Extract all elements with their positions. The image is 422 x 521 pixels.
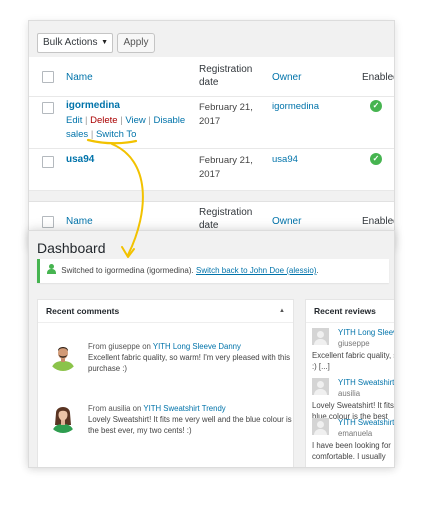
avatar [48, 403, 78, 433]
column-header-owner[interactable]: Owner [272, 71, 301, 84]
row-checkbox[interactable] [42, 102, 54, 114]
switch-notice: Switched to igormedina (igormedina). Swi… [37, 259, 389, 283]
switch-to-link[interactable]: Switch To [96, 129, 136, 140]
comment-author: giuseppe [108, 342, 141, 351]
view-link[interactable]: View [125, 115, 145, 126]
table-header-row: Name Registration date Owner Enabled [29, 57, 394, 97]
column-header-registration-date: Registration date [199, 64, 253, 88]
row-checkbox[interactable] [42, 156, 54, 168]
owner-link[interactable]: usa94 [272, 154, 298, 165]
avatar [312, 328, 329, 345]
recent-comments-title: Recent comments [46, 306, 120, 316]
collapse-toggle-icon[interactable]: ▲ [279, 300, 285, 323]
bulk-actions-select[interactable]: Bulk Actions ▼ [37, 33, 113, 53]
select-caret-icon: ▼ [101, 39, 108, 46]
column-footer-registration-date: Registration date [199, 207, 253, 231]
select-all-checkbox[interactable] [42, 71, 54, 83]
recent-comments-header: Recent comments ▲ [38, 300, 293, 323]
review-text: I have been looking for comfortable. I u… [312, 441, 391, 461]
review-product-link[interactable]: YITH Sweatshirt [338, 418, 394, 427]
recent-reviews-header: Recent reviews [306, 300, 394, 323]
notice-text: Switched to igormedina (igormedina). [61, 266, 194, 275]
enabled-check-icon: ✓ [370, 100, 382, 112]
review-user: emanuela [338, 429, 373, 438]
comment-meta: From ausilia on YITH Sweatshirt Trendy [88, 404, 226, 413]
avatar [312, 418, 329, 435]
recent-reviews-widget: Recent reviews YITH Long Sleeve giuseppe… [305, 299, 395, 467]
table-row: igormedina Edit | Delete | View | Disabl… [29, 97, 394, 149]
registration-date: February 21, 2017 [199, 102, 253, 127]
column-footer-owner[interactable]: Owner [272, 215, 301, 228]
comment-item: From ausilia on YITH Sweatshirt Trendy L… [38, 400, 293, 450]
page-title: Dashboard [37, 240, 106, 256]
bulk-actions-value: Bulk Actions [43, 37, 98, 48]
comment-text: Lovely Sweatshirt! It fits me very well … [88, 415, 292, 435]
review-text: Excellent fabric quality, so :) [...] [312, 351, 395, 371]
edit-link[interactable]: Edit [66, 115, 82, 126]
review-user: giuseppe [338, 339, 370, 348]
row-actions: Edit | Delete | View | Disable sales | S… [66, 115, 186, 140]
comment-product-link[interactable]: YITH Sweatshirt Trendy [143, 404, 225, 413]
recent-comments-widget: Recent comments ▲ From giuseppe on YITH … [37, 299, 294, 467]
comment-product-link[interactable]: YITH Long Sleeve Danny [153, 342, 241, 351]
dashboard-panel: Dashboard Switched to igormedina (igorme… [28, 230, 395, 468]
review-user: ausilia [338, 389, 361, 398]
comment-meta: From giuseppe on YITH Long Sleeve Danny [88, 342, 241, 351]
enabled-check-icon: ✓ [370, 153, 382, 165]
users-list-panel: Bulk Actions ▼ Apply Name Registration d… [28, 20, 395, 248]
column-footer-enabled: Enabled [362, 216, 394, 227]
owner-link[interactable]: igormedina [272, 101, 319, 112]
delete-link[interactable]: Delete [90, 115, 117, 126]
avatar [312, 378, 329, 395]
avatar [48, 341, 78, 371]
recent-reviews-title: Recent reviews [314, 306, 376, 316]
comment-text: Excellent fabric quality, so warm! I'm v… [88, 353, 290, 373]
user-name-link[interactable]: usa94 [66, 154, 94, 165]
comment-item: From giuseppe on YITH Long Sleeve Danny … [38, 338, 293, 388]
user-name-link[interactable]: igormedina [66, 100, 120, 111]
comment-author: ausilia [108, 404, 131, 413]
column-header-name[interactable]: Name [66, 71, 93, 84]
apply-button[interactable]: Apply [117, 33, 155, 53]
user-icon [47, 264, 56, 274]
review-product-link[interactable]: YITH Long Sleeve [338, 328, 394, 337]
column-footer-name[interactable]: Name [66, 215, 93, 228]
switch-back-link[interactable]: Switch back to John Doe (alessio) [196, 266, 317, 275]
registration-date: February 21, 2017 [199, 155, 253, 180]
select-all-checkbox-footer[interactable] [42, 216, 54, 228]
review-product-link[interactable]: YITH Sweatshirt [338, 378, 394, 387]
column-header-enabled: Enabled [362, 72, 394, 83]
table-row: usa94 February 21, 2017 usa94 ✓ [29, 149, 394, 191]
